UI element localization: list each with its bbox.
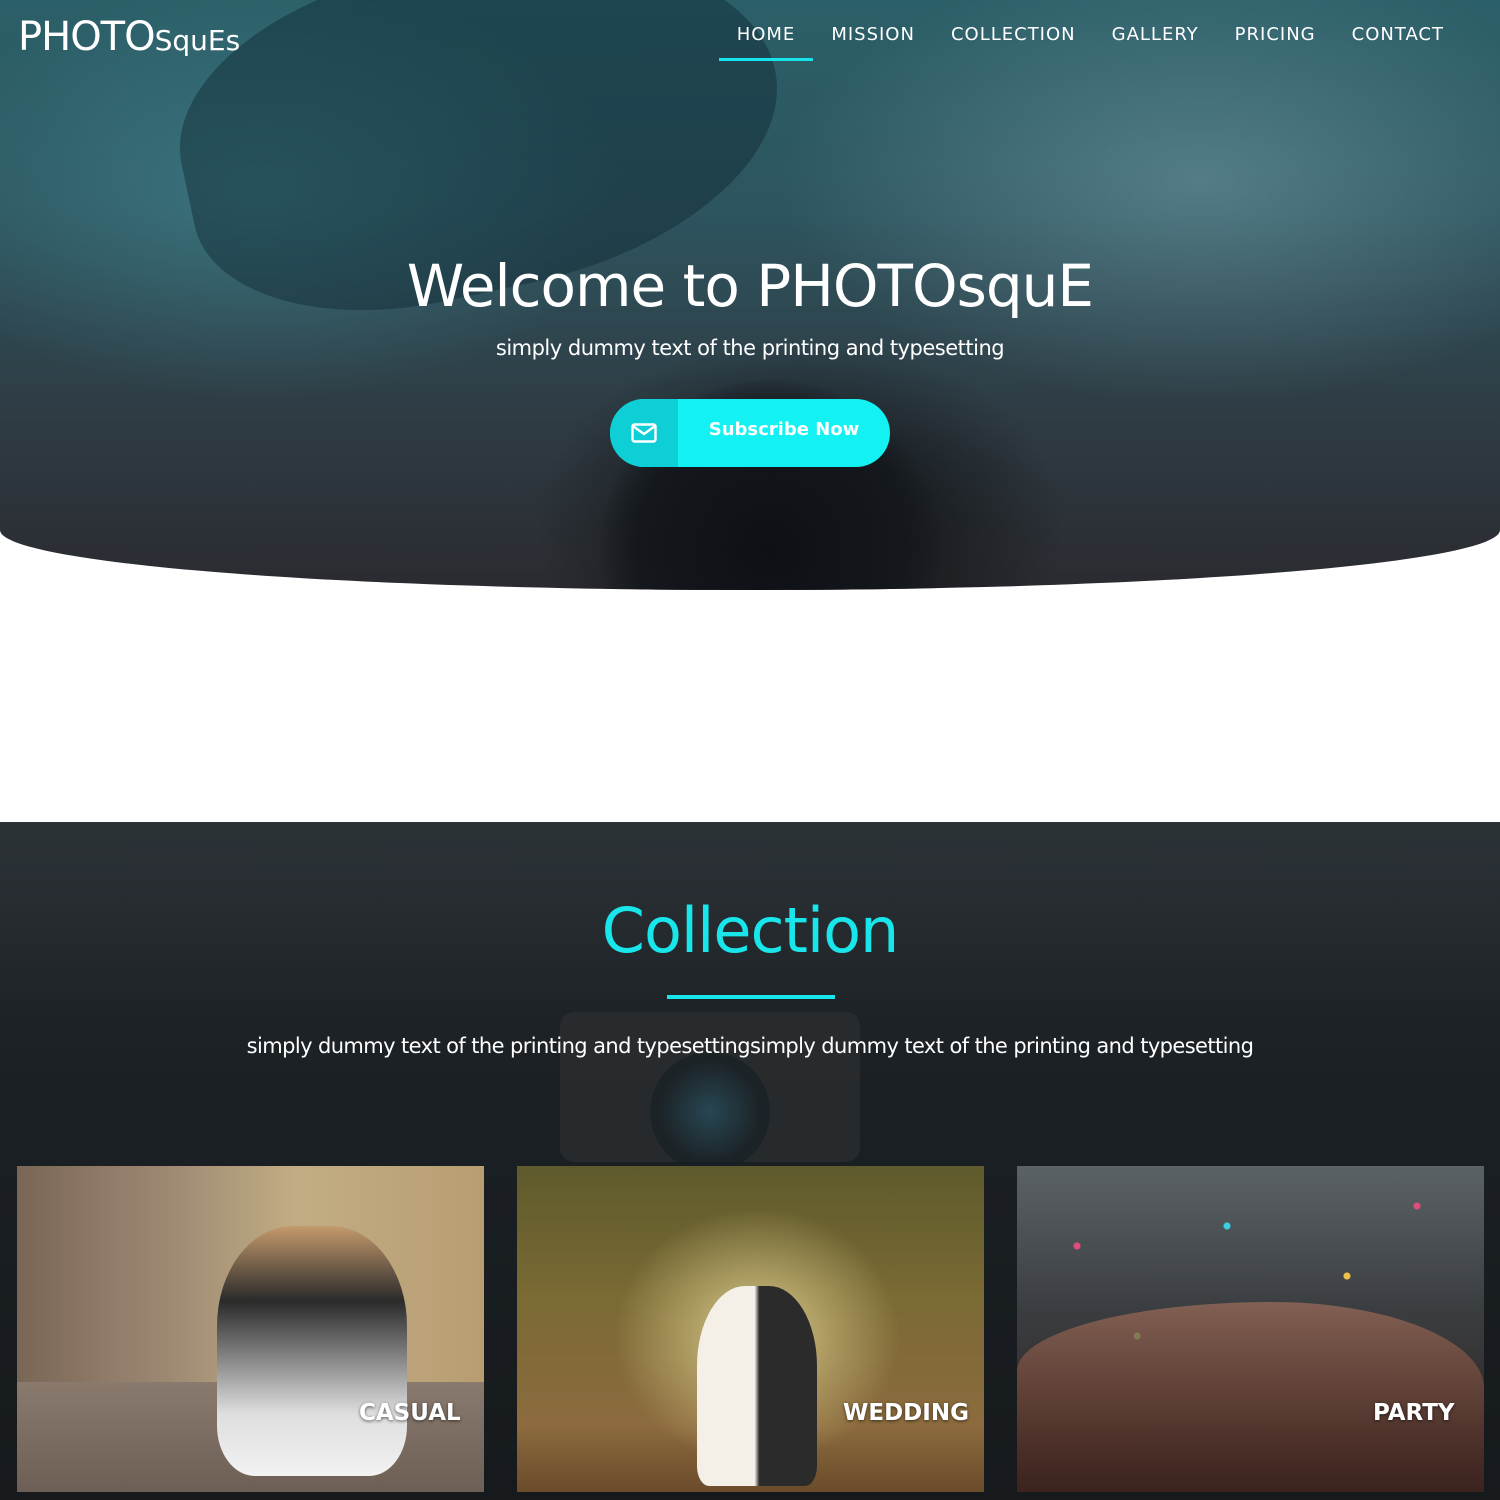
nav-item-gallery[interactable]: GALLERY [1094,24,1217,61]
collection-card-label: PARTY [1373,1400,1455,1426]
brand-logo-small: SquEs [154,24,241,57]
party-photo-crowd [1017,1302,1484,1492]
nav-item-contact[interactable]: CONTACT [1334,24,1462,61]
nav-item-collection[interactable]: COLLECTION [933,24,1094,61]
collection-section: Collection simply dummy text of the prin… [0,822,1500,1500]
collection-card-wedding[interactable]: WEDDING [517,1166,984,1492]
collection-card-casual[interactable]: CASUAL [17,1166,484,1492]
nav-item-pricing[interactable]: PRICING [1217,24,1334,61]
envelope-icon [610,399,678,467]
collection-card-label: CASUAL [359,1400,461,1426]
brand-logo-main: PHOTO [18,14,156,60]
brand-logo[interactable]: PHOTOSquEs [18,14,240,60]
hero-title: Welcome to PHOTOsquE [406,252,1094,320]
collection-subtitle: simply dummy text of the printing and ty… [246,1034,1254,1058]
nav-item-home[interactable]: HOME [718,24,814,61]
wedding-photo-couple [697,1286,817,1486]
collection-title: Collection [601,894,900,967]
collection-card-party[interactable]: PARTY [1017,1166,1484,1492]
casual-photo-model [217,1226,407,1476]
subscribe-button[interactable]: Subscribe Now [610,399,890,467]
main-nav: HOME MISSION COLLECTION GALLERY PRICING … [718,24,1462,61]
collection-card-label: WEDDING [843,1400,969,1426]
hero-section: PHOTOSquEs HOME MISSION COLLECTION GALLE… [0,0,1500,590]
hero-subtitle: simply dummy text of the printing and ty… [495,336,1005,360]
collection-background-lens [650,1052,770,1172]
nav-item-mission[interactable]: MISSION [813,24,933,61]
collection-title-underline [667,995,835,999]
subscribe-button-label: Subscribe Now [708,418,860,440]
